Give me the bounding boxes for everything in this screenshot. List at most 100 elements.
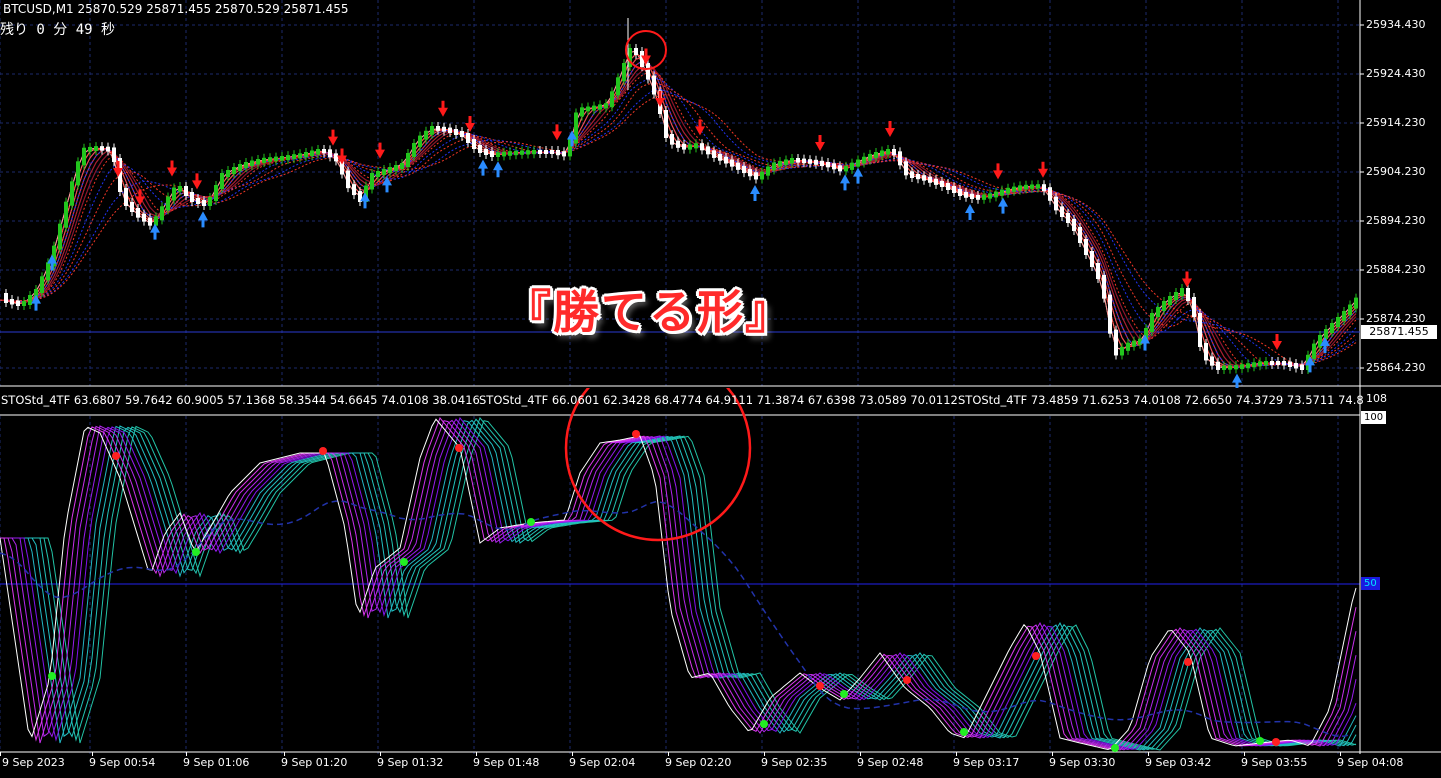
- candle-body: [652, 75, 656, 95]
- candle-body: [466, 133, 470, 143]
- candle-body: [1222, 365, 1226, 370]
- candle-body: [310, 150, 314, 156]
- time-tick: [668, 752, 669, 756]
- time-tick: [1340, 752, 1341, 756]
- candle-body: [268, 157, 272, 162]
- candle-body: [472, 139, 476, 149]
- candle-body: [1078, 227, 1082, 243]
- indicator-caption: STOStd_4TF 66.0601 62.3428 68.4774 64.91…: [479, 393, 958, 407]
- candle-body: [580, 107, 584, 117]
- candle-body: [22, 301, 26, 306]
- time-tick: [764, 752, 765, 756]
- candle-body: [832, 163, 836, 170]
- stochastic-line: [0, 419, 1357, 751]
- cross-up-dot: [48, 672, 56, 680]
- candle-body: [1090, 251, 1094, 267]
- candle-body: [616, 77, 620, 96]
- sell-arrow-icon: [1182, 271, 1192, 288]
- candle-body: [262, 157, 266, 163]
- candle-body: [1330, 323, 1334, 333]
- candle-body: [244, 162, 248, 168]
- symbol-header: BTCUSD,M1 25870.529 25871.455 25870.529 …: [3, 2, 349, 16]
- candle-body: [286, 155, 290, 160]
- cross-down-dot: [903, 676, 911, 684]
- candle-body: [484, 149, 488, 155]
- candle-body: [196, 198, 200, 204]
- candle-body: [454, 129, 458, 135]
- time-label: 9 Sep 01:48: [473, 756, 540, 769]
- cross-up-dot: [840, 690, 848, 698]
- candle-body: [406, 153, 410, 167]
- candle-body: [304, 152, 308, 158]
- candle-body: [352, 184, 356, 196]
- candle-body: [796, 158, 800, 163]
- candle-body: [1282, 361, 1286, 366]
- candle-body: [748, 169, 752, 177]
- cross-down-dot: [319, 447, 327, 455]
- bar-countdown: 残り 0 分 49 秒: [0, 22, 116, 38]
- candle-body: [1156, 307, 1160, 317]
- candle-body: [1000, 189, 1004, 196]
- candle-body: [736, 162, 740, 170]
- time-tick: [0, 752, 1, 756]
- candle-body: [376, 171, 380, 177]
- candle-body: [958, 189, 962, 196]
- candle-body: [940, 180, 944, 187]
- candle-body: [1066, 213, 1070, 223]
- buy-arrow-icon: [840, 174, 850, 191]
- sell-arrow-icon: [993, 163, 1003, 180]
- candle-body: [88, 146, 92, 152]
- candle-body: [730, 159, 734, 167]
- candle-body: [1030, 184, 1034, 189]
- candle-body: [700, 143, 704, 151]
- price-label: 25924.430: [1366, 67, 1426, 80]
- candle-body: [808, 159, 812, 164]
- cross-down-dot: [112, 452, 120, 460]
- current-price-box: 25871.455: [1361, 325, 1437, 339]
- candle-body: [460, 131, 464, 137]
- candle-body: [256, 159, 260, 165]
- candle-body: [952, 186, 956, 193]
- time-label: 9 Sep 04:08: [1337, 756, 1404, 769]
- candle-body: [622, 63, 626, 82]
- candle-body: [130, 202, 134, 212]
- candle-body: [1288, 361, 1292, 367]
- candle-body: [1120, 346, 1124, 356]
- candle-body: [424, 130, 428, 140]
- candle-body: [448, 127, 452, 133]
- candle-body: [16, 300, 20, 306]
- candle-body: [898, 151, 902, 166]
- time-label: 9 Sep 03:42: [1145, 756, 1212, 769]
- candle-body: [1252, 362, 1256, 368]
- candle-body: [1012, 186, 1016, 192]
- candle-body: [184, 186, 188, 196]
- candle-body: [430, 126, 434, 135]
- candle-body: [292, 154, 296, 160]
- candle-body: [1036, 184, 1040, 189]
- candle-body: [544, 150, 548, 154]
- time-label: 9 Sep 00:54: [89, 756, 156, 769]
- candle-body: [604, 103, 608, 109]
- candle-body: [592, 105, 596, 111]
- level-50-label: 50: [1361, 577, 1380, 590]
- candle-body: [1348, 304, 1352, 315]
- candle-body: [76, 161, 80, 186]
- candle-body: [1342, 311, 1346, 321]
- candle-body: [682, 143, 686, 150]
- candle-body: [1264, 361, 1268, 366]
- candle-body: [754, 172, 758, 180]
- candle-body: [166, 196, 170, 211]
- candle-body: [70, 181, 74, 206]
- candle-body: [1114, 329, 1118, 356]
- candle-body: [1210, 356, 1214, 366]
- indicator-pane[interactable]: [0, 388, 1441, 754]
- candle-body: [334, 153, 338, 162]
- time-label: 9 Sep 2023: [2, 756, 65, 769]
- time-label: 9 Sep 02:04: [569, 756, 636, 769]
- candle-body: [1054, 196, 1058, 211]
- candle-body: [178, 186, 182, 192]
- candle-body: [1006, 187, 1010, 194]
- candle-body: [838, 165, 842, 172]
- candle-body: [820, 160, 824, 166]
- candle-body: [274, 156, 278, 162]
